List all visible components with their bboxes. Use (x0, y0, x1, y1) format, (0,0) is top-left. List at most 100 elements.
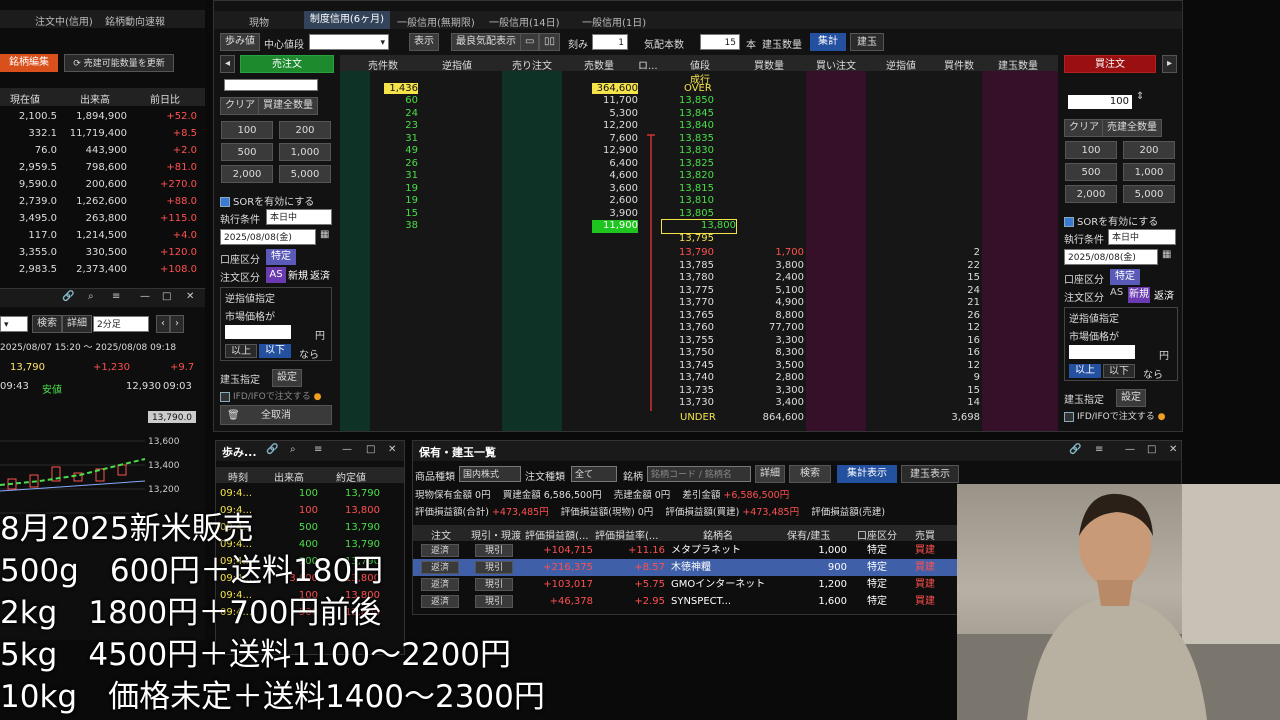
close-button[interactable]: 返済 (310, 267, 330, 282)
chart-detail-button[interactable]: 詳細 (62, 315, 92, 333)
sell-order-button[interactable]: 売注文 (240, 55, 334, 73)
watchlist-row[interactable]: 117.0 1,214,500 +4.0 (0, 227, 205, 244)
ask-row[interactable]: 19 3,600 13,815 (340, 183, 1058, 196)
ask-row[interactable]: 31 7,600 13,835 (340, 133, 1058, 146)
holdings-detail-button[interactable]: 詳細 (755, 465, 785, 483)
clear-button[interactable]: クリア (220, 97, 260, 115)
buy-sor-checkbox[interactable]: SORを有効にする (1064, 213, 1158, 228)
watchlist-row[interactable]: 2,100.5 1,894,900 +52.0 (0, 108, 205, 125)
calendar-icon[interactable]: ▦ (320, 229, 329, 240)
stop-price-input[interactable] (225, 325, 291, 339)
menu-icon[interactable]: ≡ (314, 444, 322, 455)
product-select[interactable]: 国内株式 (459, 466, 521, 482)
bid-row[interactable]: 13,785 3,800 22 (340, 260, 1058, 273)
watchlist-row[interactable]: 2,959.5 798,600 +81.0 (0, 159, 205, 176)
all-buy-qty-button[interactable]: 買建全数量 (258, 97, 318, 115)
ask-row[interactable]: 31 4,600 13,820 (340, 170, 1058, 183)
bid-row[interactable]: 13,745 3,500 12 (340, 360, 1058, 373)
minimize-icon[interactable]: — (140, 291, 150, 302)
new-button[interactable]: 新規 (288, 267, 308, 282)
bid-row[interactable]: 13,790 1,700 2 (340, 247, 1058, 260)
cancel-all-button[interactable]: 🗑 全取消 (220, 405, 332, 425)
center-price-input[interactable]: ▾ (309, 34, 389, 50)
interval-select[interactable]: 2分足 (93, 316, 149, 332)
prev-button[interactable]: ‹ (156, 315, 170, 333)
qty-button-1000[interactable]: 1,000 (279, 143, 331, 161)
ask-row[interactable]: 60 11,700 13,850 (340, 95, 1058, 108)
layout-single-icon[interactable]: ▭ (520, 33, 540, 51)
buy-below-button[interactable]: 以下 (1103, 364, 1135, 378)
next-button[interactable]: › (170, 315, 184, 333)
above-button[interactable]: 以上 (225, 344, 257, 358)
kehai-count-select[interactable]: 15 (700, 34, 740, 50)
watchlist-row[interactable]: 2,739.0 1,262,600 +88.0 (0, 193, 205, 210)
close-icon[interactable]: ✕ (186, 291, 194, 302)
qty-button-500[interactable]: 500 (221, 143, 273, 161)
buy-above-button[interactable]: 以上 (1069, 364, 1101, 378)
maximize-icon[interactable]: □ (162, 291, 171, 302)
layout-double-icon[interactable]: ▯▯ (539, 33, 561, 51)
qty-input[interactable] (224, 79, 318, 91)
search-icon[interactable]: ⌕ (88, 291, 94, 302)
order-kind-select[interactable]: 全て (571, 466, 617, 482)
buy-qty-button-100[interactable]: 100 (1065, 141, 1117, 159)
buy-qty-button-2000[interactable]: 2,000 (1065, 185, 1117, 203)
ask-row[interactable]: 23 12,200 13,840 (340, 120, 1058, 133)
buy-calendar-icon[interactable]: ▦ (1162, 249, 1171, 260)
buy-qty-button-500[interactable]: 500 (1065, 163, 1117, 181)
buy-exec-select[interactable]: 本日中 (1108, 229, 1176, 245)
buy-stop-price-input[interactable] (1069, 345, 1135, 359)
link-icon[interactable]: 🔗 (266, 444, 278, 455)
collapse-left-icon[interactable]: ◂ (220, 55, 236, 73)
brand-edit-button[interactable]: 銘柄編集 (0, 54, 58, 72)
ask-row[interactable]: 49 12,900 13,830 (340, 145, 1058, 158)
tab-margin-6m[interactable]: 制度信用(6ヶ月) (304, 11, 390, 29)
close-icon[interactable]: ✕ (1169, 444, 1177, 455)
ask-row[interactable]: 26 6,400 13,825 (340, 158, 1058, 171)
exec-select[interactable]: 本日中 (266, 209, 332, 225)
buy-qty-input[interactable]: 100 (1068, 95, 1132, 109)
close-icon[interactable]: ✕ (388, 444, 396, 455)
kizami-select[interactable]: 1 (592, 34, 628, 50)
ayumi-button[interactable]: 歩み値 (220, 33, 260, 51)
watchlist-row[interactable]: 3,355.0 330,500 +120.0 (0, 244, 205, 261)
bid-row[interactable]: 13,765 8,800 26 (340, 310, 1058, 323)
update-short-qty-button[interactable]: ⟳ 売建可能数量を更新 (64, 54, 174, 72)
minimize-icon[interactable]: — (342, 444, 352, 455)
chart-code-select[interactable]: ▾ (0, 316, 28, 332)
as-button[interactable]: AS (266, 267, 286, 283)
ask-row[interactable]: 24 5,300 13,845 (340, 108, 1058, 121)
buy-order-button[interactable]: 買注文 (1064, 55, 1156, 73)
pos-set-button[interactable]: 設定 (272, 369, 302, 387)
account-value[interactable]: 特定 (266, 249, 296, 265)
sor-checkbox[interactable]: SORを有効にする (220, 193, 314, 208)
link-icon[interactable]: 🔗 (62, 291, 74, 302)
tab-general-unlimited[interactable]: 一般信用(無期限) (397, 14, 475, 29)
date-input[interactable]: 2025/08/08(金) (220, 229, 316, 245)
buy-qty-button-5000[interactable]: 5,000 (1123, 185, 1175, 203)
mid-price-row[interactable]: 13,795 (340, 233, 1058, 245)
buy-date-input[interactable]: 2025/08/08(金) (1064, 249, 1158, 265)
maximize-icon[interactable]: □ (1147, 444, 1156, 455)
ask-row[interactable]: 15 3,900 13,805 (340, 208, 1058, 221)
bid-row[interactable]: 13,735 3,300 15 (340, 385, 1058, 398)
position-view-button[interactable]: 建玉表示 (901, 465, 959, 483)
buy-account-value[interactable]: 特定 (1110, 269, 1140, 285)
holdings-search-button[interactable]: 検索 (789, 465, 831, 483)
under-row[interactable]: UNDER 864,600 3,698 (340, 412, 1058, 424)
buy-ifd-checkbox[interactable]: IFD/IFOで注文する ● (1064, 409, 1165, 422)
buy-clear-button[interactable]: クリア (1064, 119, 1104, 137)
bid-row[interactable]: 13,730 3,400 14 (340, 397, 1058, 410)
menu-icon[interactable]: ≡ (1095, 444, 1103, 455)
bid-row[interactable]: 13,770 4,900 21 (340, 297, 1058, 310)
qty-stepper[interactable]: ⇕ (1136, 91, 1144, 102)
bid-row[interactable]: 13,740 2,800 9 (340, 372, 1058, 385)
summary-view-button[interactable]: 集計表示 (837, 465, 897, 483)
buy-qty-button-1000[interactable]: 1,000 (1123, 163, 1175, 181)
bid-row[interactable]: 13,750 8,300 16 (340, 347, 1058, 360)
buy-qty-button-200[interactable]: 200 (1123, 141, 1175, 159)
watchlist-row[interactable]: 2,983.5 2,373,400 +108.0 (0, 261, 205, 278)
below-button[interactable]: 以下 (259, 344, 291, 358)
maximize-icon[interactable]: □ (366, 444, 375, 455)
display-button[interactable]: 表示 (409, 33, 439, 51)
